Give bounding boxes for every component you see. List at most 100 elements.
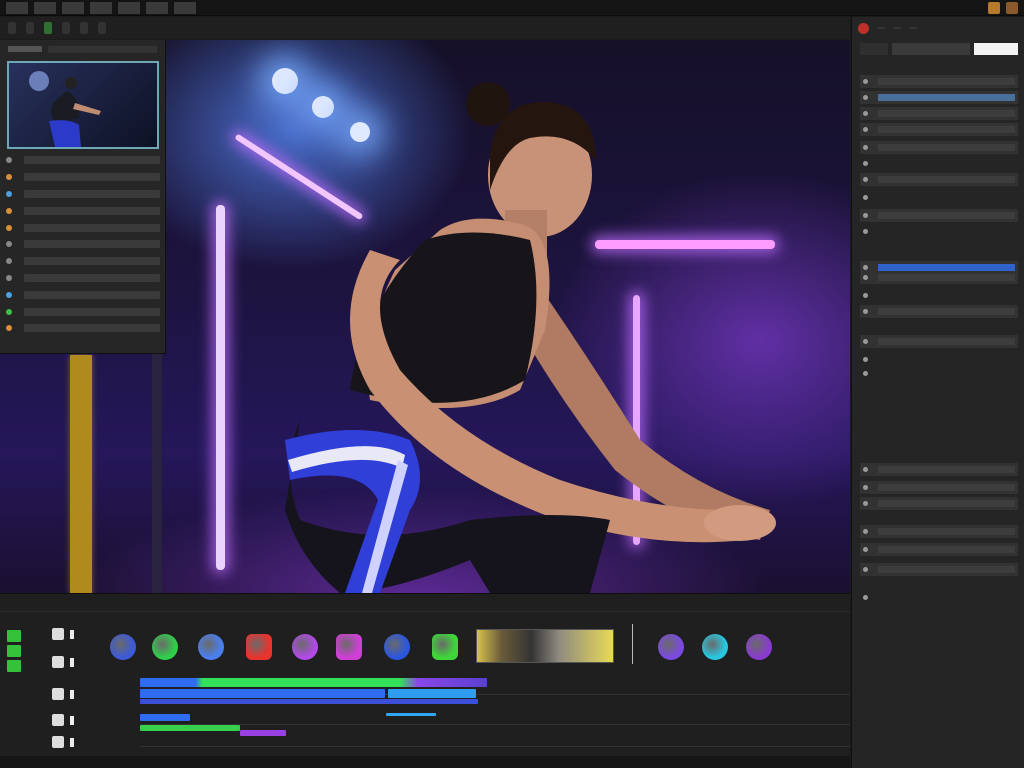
inspector-property-row[interactable]	[860, 543, 1018, 556]
inspector-property-row[interactable]	[860, 591, 1018, 604]
search-input[interactable]	[892, 43, 970, 55]
property-value-field[interactable]	[878, 126, 1015, 133]
property-value-field[interactable]	[878, 308, 1015, 315]
timeline-clip-thumbnail[interactable]	[476, 629, 614, 663]
media-bin-item[interactable]	[6, 169, 160, 186]
record-icon[interactable]	[858, 22, 869, 34]
menu-item-view[interactable]	[62, 1, 84, 14]
media-bin-item[interactable]	[6, 253, 160, 270]
media-bin-item-field[interactable]	[24, 290, 160, 299]
track-header[interactable]	[52, 656, 74, 668]
media-bin-item[interactable]	[6, 270, 160, 287]
media-bin-item[interactable]	[6, 303, 160, 320]
inspector-property-row[interactable]	[860, 271, 1018, 284]
property-value-field[interactable]	[878, 144, 1015, 151]
video-clip[interactable]	[140, 689, 385, 698]
inspector-property-row[interactable]	[860, 191, 1018, 204]
inspector-property-row[interactable]	[860, 481, 1018, 494]
color-grade-icon[interactable]	[198, 634, 224, 660]
media-bin-item-field[interactable]	[24, 156, 160, 165]
menu-item-help[interactable]	[174, 1, 196, 14]
media-bin-item[interactable]	[6, 320, 160, 337]
purple-effect-icon[interactable]	[658, 634, 684, 660]
inspector-property-row[interactable]	[860, 305, 1018, 318]
media-bin-item-field[interactable]	[24, 273, 160, 282]
media-bin-item-field[interactable]	[24, 257, 160, 266]
media-bin-item[interactable]	[6, 186, 160, 203]
track-header[interactable]	[52, 714, 74, 726]
tab-effects[interactable]	[893, 27, 901, 29]
toolbar-active-tool[interactable]	[44, 22, 52, 34]
video-clip[interactable]	[388, 689, 476, 698]
tab-inspector[interactable]	[877, 27, 885, 29]
media-bin-item[interactable]	[6, 286, 160, 303]
property-value-field[interactable]	[878, 500, 1015, 507]
media-bin-item[interactable]	[6, 152, 160, 169]
effect-clip[interactable]	[140, 725, 240, 731]
media-bin-item-field[interactable]	[24, 223, 160, 232]
inspector-property-row[interactable]	[860, 225, 1018, 238]
timeline-ruler[interactable]	[0, 612, 850, 624]
track-header[interactable]	[52, 628, 74, 640]
property-value-field[interactable]	[878, 546, 1015, 553]
property-value-field[interactable]	[878, 94, 1015, 101]
track-toggle[interactable]	[7, 630, 21, 642]
menu-item-edit[interactable]	[34, 1, 56, 14]
property-value-field[interactable]	[878, 528, 1015, 535]
property-value-field[interactable]	[878, 212, 1015, 219]
inspector-property-row[interactable]	[860, 367, 1018, 380]
media-bin-item-field[interactable]	[24, 206, 160, 215]
track-lock-icon[interactable]	[52, 736, 64, 748]
track-header[interactable]	[52, 688, 74, 700]
track-lock-icon[interactable]	[52, 656, 64, 668]
property-value-field[interactable]	[878, 264, 1015, 271]
property-value-field[interactable]	[878, 78, 1015, 85]
media-bin-item-field[interactable]	[24, 189, 160, 198]
inspector-property-row[interactable]	[860, 335, 1018, 348]
minimize-icon[interactable]	[988, 2, 1000, 14]
red-filter-icon[interactable]	[246, 634, 272, 660]
search-value-field[interactable]	[974, 43, 1018, 55]
video-clip[interactable]	[140, 678, 487, 687]
menu-item-clip[interactable]	[90, 1, 112, 14]
text-overlay-icon[interactable]	[292, 634, 318, 660]
media-bin-item-field[interactable]	[24, 173, 160, 182]
media-bin-item-field[interactable]	[24, 240, 160, 249]
track-lock-icon[interactable]	[52, 688, 64, 700]
clip-thumbnail[interactable]	[7, 61, 159, 149]
media-bin-item-field[interactable]	[24, 324, 160, 333]
inspector-property-row[interactable]	[860, 173, 1018, 186]
inspector-property-row[interactable]	[860, 91, 1018, 104]
inspector-property-row[interactable]	[860, 123, 1018, 136]
property-value-field[interactable]	[878, 176, 1015, 183]
inspector-property-row[interactable]	[860, 563, 1018, 576]
playhead[interactable]	[632, 624, 633, 664]
violet-effect-icon[interactable]	[746, 634, 772, 660]
property-value-field[interactable]	[878, 484, 1015, 491]
inspector-property-row[interactable]	[860, 107, 1018, 120]
menu-item-window[interactable]	[146, 1, 168, 14]
inspector-property-row[interactable]	[860, 497, 1018, 510]
marker-clip[interactable]	[386, 713, 436, 716]
property-value-field[interactable]	[878, 566, 1015, 573]
settings-icon[interactable]	[1006, 2, 1018, 14]
audio-clip[interactable]	[140, 699, 478, 704]
track-toggle[interactable]	[7, 660, 21, 672]
toolbar-media[interactable]	[26, 22, 34, 34]
property-value-field[interactable]	[878, 274, 1015, 281]
toolbar-audio[interactable]	[62, 22, 70, 34]
menu-item-file[interactable]	[6, 1, 28, 14]
inspector-property-row[interactable]	[860, 353, 1018, 366]
inspector-property-row[interactable]	[860, 463, 1018, 476]
inspector-property-row[interactable]	[860, 141, 1018, 154]
toolbar-color[interactable]	[80, 22, 88, 34]
inspector-property-row[interactable]	[860, 157, 1018, 170]
media-bin-item-field[interactable]	[24, 307, 160, 316]
green-sticker-icon[interactable]	[432, 634, 458, 660]
glow-effect-icon[interactable]	[384, 634, 410, 660]
green-screen-icon[interactable]	[152, 634, 178, 660]
media-bin-item[interactable]	[6, 219, 160, 236]
track-lock-icon[interactable]	[52, 628, 64, 640]
property-value-field[interactable]	[878, 110, 1015, 117]
track-lock-icon[interactable]	[52, 714, 64, 726]
